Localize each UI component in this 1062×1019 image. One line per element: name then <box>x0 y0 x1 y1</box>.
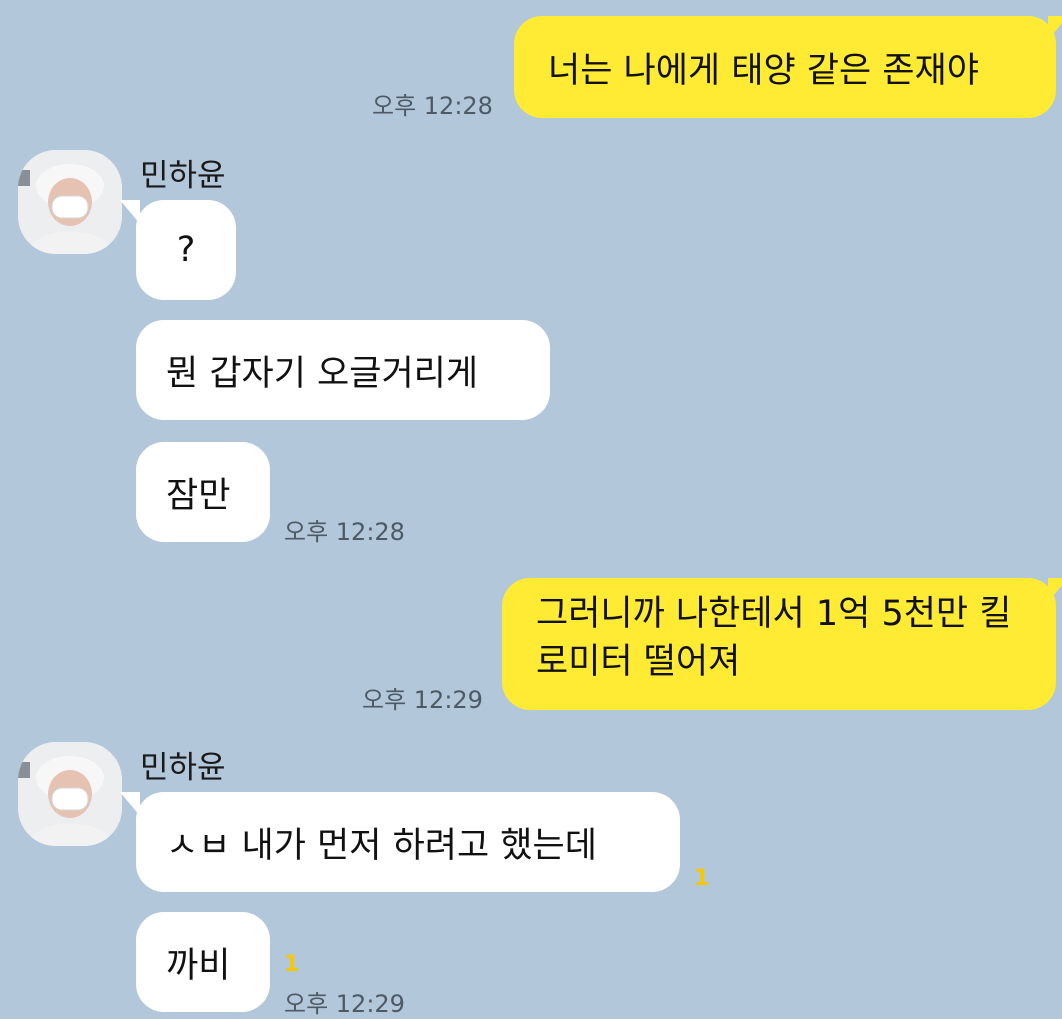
received-message-bubble[interactable]: ? <box>136 200 236 300</box>
avatar-image <box>18 742 122 846</box>
unread-count: 1 <box>694 866 710 891</box>
received-message-bubble[interactable]: 까비 <box>136 912 270 1012</box>
sent-message-bubble[interactable]: 너는 나에게 태양 같은 존재야 <box>514 16 1056 118</box>
message-time: 오후 12:28 <box>372 92 493 120</box>
message-time: 오후 12:29 <box>362 686 483 714</box>
profile-avatar[interactable] <box>18 742 122 846</box>
chat-window: 오후 12:28 너는 나에게 태양 같은 존재야 민하윤 ? 뭔 갑자기 오글… <box>0 0 1062 1019</box>
message-time: 오후 12:28 <box>284 518 405 546</box>
message-text: ? <box>176 230 196 270</box>
profile-avatar[interactable] <box>18 150 122 254</box>
sender-name: 민하윤 <box>140 158 226 194</box>
bubble-tail <box>1048 16 1062 40</box>
avatar-image <box>18 150 122 254</box>
message-text: 그러니까 나한테서 1억 5천만 킬로미터 떨어져 <box>536 594 1012 682</box>
bubble-tail <box>1048 578 1062 602</box>
message-text: 잠만 <box>166 475 231 516</box>
received-message-bubble[interactable]: ㅅㅂ 내가 먼저 하려고 했는데 <box>136 792 680 892</box>
sender-name: 민하윤 <box>140 750 226 786</box>
message-time: 오후 12:29 <box>284 990 405 1018</box>
unread-count: 1 <box>284 952 300 977</box>
message-text: 까비 <box>166 945 231 986</box>
received-message-bubble[interactable]: 뭔 갑자기 오글거리게 <box>136 320 550 420</box>
received-message-bubble[interactable]: 잠만 <box>136 442 270 542</box>
message-text: 뭔 갑자기 오글거리게 <box>166 353 479 394</box>
sent-message-bubble[interactable]: 그러니까 나한테서 1억 5천만 킬로미터 떨어져 <box>502 578 1056 710</box>
message-text: ㅅㅂ 내가 먼저 하려고 했는데 <box>166 825 597 866</box>
message-text: 너는 나에게 태양 같은 존재야 <box>548 50 979 91</box>
